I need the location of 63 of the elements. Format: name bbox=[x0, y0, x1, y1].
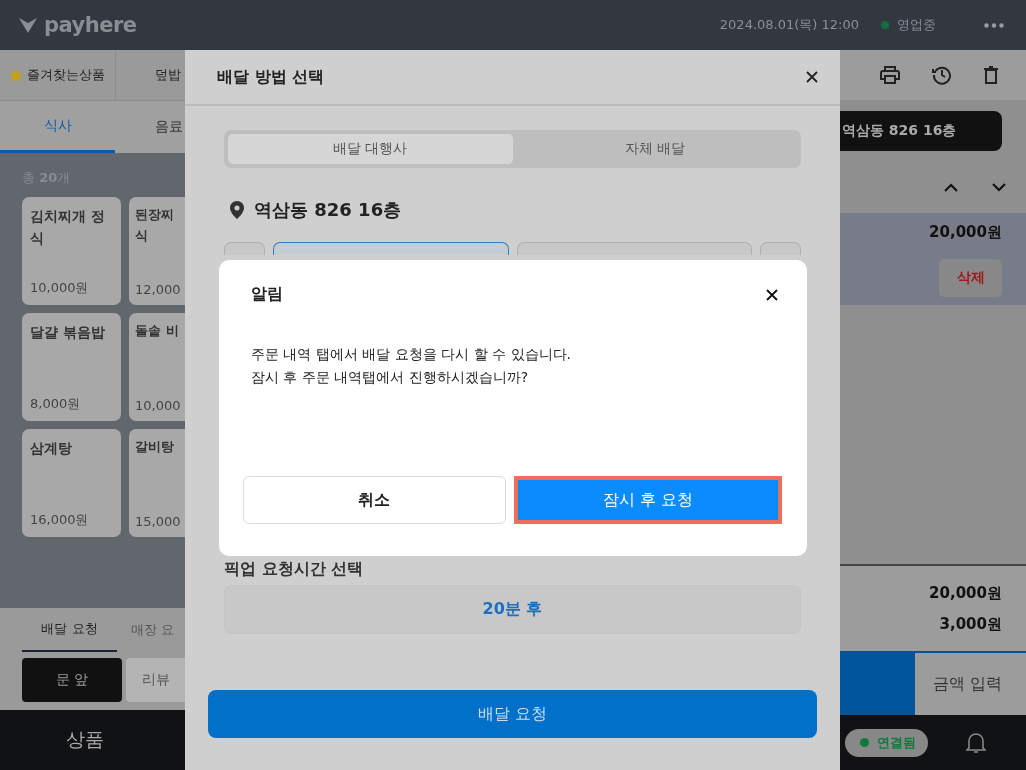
product-card[interactable]: 달걀 볶음밥 8,000원 bbox=[22, 313, 121, 421]
pickup-label: 픽업 요청시간 선택 bbox=[224, 561, 365, 577]
product-card[interactable]: 갈비탕 15,000 bbox=[129, 429, 185, 537]
product-card[interactable]: 삼계탕 16,000원 bbox=[22, 429, 121, 537]
order-type-tab[interactable]: 매장 요 bbox=[117, 608, 175, 652]
product-price: 15,000 bbox=[135, 514, 182, 529]
bell-icon[interactable] bbox=[966, 731, 986, 754]
delivery-request-button[interactable]: 배달 요청 bbox=[208, 690, 817, 738]
address-chip[interactable]: 역삼동 826 16층 bbox=[840, 111, 1002, 151]
trash-icon[interactable] bbox=[984, 66, 998, 84]
more-icon[interactable] bbox=[984, 22, 1004, 28]
product-card[interactable]: 된장찌 식 12,000 bbox=[129, 197, 185, 305]
close-icon[interactable] bbox=[806, 71, 818, 83]
request-chip[interactable]: 문 앞 bbox=[22, 658, 123, 702]
nav-item[interactable]: 상품 bbox=[66, 727, 104, 753]
subtotal-amount: 20,000원 bbox=[929, 583, 1002, 603]
delivery-address: 역삼동 826 16층 bbox=[254, 198, 402, 222]
logo-icon bbox=[18, 16, 38, 34]
chevron-up-icon[interactable] bbox=[944, 183, 958, 192]
category-tab[interactable]: 덮밥 bbox=[116, 50, 185, 100]
product-price: 10,000원 bbox=[30, 279, 90, 297]
product-card[interactable]: 김치찌개 정식 10,000원 bbox=[22, 197, 121, 305]
amount-input-button[interactable]: 금액 입력 bbox=[915, 653, 1026, 715]
item-price: 20,000원 bbox=[929, 223, 1002, 242]
sheet-title: 배달 방법 선택 bbox=[217, 66, 325, 88]
date-time: 2024.08.01(목) 12:00 bbox=[719, 16, 859, 34]
product-price: 16,000원 bbox=[30, 511, 90, 529]
delivery-fee-amount: 3,000원 bbox=[939, 614, 1002, 634]
category-tab[interactable]: 음료 bbox=[115, 101, 185, 153]
close-icon[interactable] bbox=[766, 288, 778, 301]
printer-icon[interactable] bbox=[880, 66, 900, 84]
logo-text: payhere bbox=[44, 13, 137, 37]
category-tab[interactable]: 식사 bbox=[0, 101, 115, 153]
delivery-type-tab[interactable]: 자체 배달 bbox=[512, 134, 797, 164]
location-pin-icon bbox=[230, 201, 244, 219]
option-card[interactable] bbox=[273, 242, 509, 255]
history-icon[interactable] bbox=[932, 65, 952, 85]
delivery-type-tab[interactable]: 배달 대행사 bbox=[228, 134, 513, 164]
dialog-title: 알림 bbox=[251, 284, 283, 305]
product-price: 12,000 bbox=[135, 282, 182, 297]
product-price: 8,000원 bbox=[30, 395, 82, 413]
dialog-message: 잠시 후 주문 내역탭에서 진행하시겠습니까? bbox=[251, 368, 530, 387]
product-name: 달걀 볶음밥 bbox=[30, 323, 106, 342]
status-dot-icon bbox=[881, 21, 889, 29]
order-item[interactable]: 20,000원 삭제 bbox=[840, 213, 1026, 305]
product-name: 돌솥 비 bbox=[135, 322, 180, 340]
star-icon bbox=[8, 67, 24, 83]
product-name: 된장찌 식 bbox=[135, 206, 175, 245]
pickup-time-select[interactable]: 20분 후 bbox=[224, 585, 801, 634]
chevron-down-icon[interactable] bbox=[992, 183, 1006, 192]
cancel-button[interactable]: 취소 bbox=[243, 476, 506, 524]
request-chip[interactable]: 리뷰 bbox=[126, 658, 185, 702]
product-card[interactable]: 돌솥 비 10,000 bbox=[129, 313, 185, 421]
confirm-button[interactable]: 잠시 후 요청 bbox=[513, 476, 782, 524]
product-price: 10,000 bbox=[135, 398, 182, 413]
store-status: 영업중 bbox=[897, 16, 936, 34]
product-name: 김치찌개 정식 bbox=[30, 207, 106, 249]
connected-dot-icon bbox=[860, 738, 869, 747]
connection-status: 연결됨 bbox=[877, 733, 916, 752]
product-name: 갈비탕 bbox=[135, 438, 175, 456]
dialog-message: 주문 내역 탭에서 배달 요청을 다시 할 수 있습니다. bbox=[251, 345, 573, 364]
address-text: 역삼동 826 16층 bbox=[842, 122, 957, 140]
product-name: 삼계탕 bbox=[30, 439, 73, 458]
